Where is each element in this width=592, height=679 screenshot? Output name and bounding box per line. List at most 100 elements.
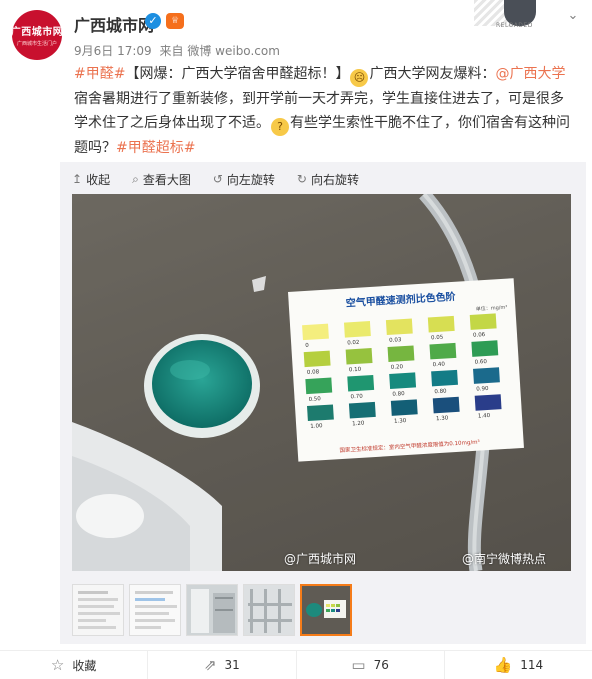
- like-button[interactable]: 👍 114: [445, 651, 592, 679]
- swatch-value-label: 0.40: [433, 362, 446, 369]
- swatch-value-label: 0.02: [347, 340, 360, 347]
- watermark-right: @南宁微博热点: [462, 552, 547, 566]
- comment-count: 76: [373, 658, 389, 672]
- color-swatch: [306, 404, 334, 422]
- swatch-value-label: 0.50: [308, 396, 321, 403]
- swatch-value-label: 0.80: [434, 388, 447, 395]
- thumbnail-preview: [244, 585, 294, 635]
- repost-icon: ⇗: [203, 656, 217, 674]
- emoji-icon: ☹: [350, 69, 369, 87]
- swatch-value-label: 0.90: [476, 386, 489, 393]
- swatch-value-label: 0.05: [431, 335, 444, 342]
- swatch-value-label: 0.08: [307, 369, 320, 376]
- post-text-source: 广西大学网友爆料：: [369, 66, 496, 82]
- thumbnail-preview: [187, 585, 237, 635]
- like-count: 114: [520, 658, 544, 672]
- color-swatch: [389, 372, 417, 389]
- color-swatch: [431, 369, 458, 387]
- post-meta: 9月6日 17:09 来自 微博 weibo.com: [74, 42, 280, 59]
- comment-button[interactable]: ▭ 76: [297, 651, 445, 679]
- post-source[interactable]: 微博 weibo.com: [187, 44, 280, 58]
- swatch-value-label: 0.10: [349, 367, 362, 374]
- post-text-headline: 【网爆：广西大学宿舍甲醛超标！】: [125, 66, 350, 82]
- rotate-right-button[interactable]: ↻ 向右旋转: [297, 168, 359, 190]
- color-swatch: [471, 340, 499, 357]
- star-icon: ☆: [50, 656, 65, 674]
- vip-badge-icon[interactable]: ♕: [166, 13, 184, 29]
- magnify-icon: ⌕: [132, 171, 139, 186]
- swatch-value-label: 0.20: [391, 364, 404, 371]
- color-swatch: [427, 315, 455, 333]
- swatch-value-label: 1.00: [310, 423, 323, 430]
- thumbnail-2[interactable]: [129, 584, 181, 636]
- color-swatch: [347, 374, 375, 392]
- color-swatch: [390, 399, 418, 416]
- swatch-value-label: 1.20: [352, 421, 365, 428]
- post-body: #甲醛#【网爆：广西大学宿舍甲醛超标！】 ☹ 广西大学网友爆料：@广西大学宿舍暑期进…: [74, 62, 574, 160]
- color-swatch: [345, 348, 373, 365]
- rotate-left-label: 向左旋转: [226, 172, 275, 187]
- swatch-value-label: 0.60: [474, 359, 487, 366]
- thumbnail-preview: [73, 585, 123, 635]
- hashtag-link[interactable]: #甲醛超标#: [116, 140, 195, 156]
- rotate-left-button[interactable]: ↺ 向左旋转: [213, 168, 275, 190]
- collapse-button[interactable]: ↥ 收起: [72, 168, 110, 190]
- thumbs-up-icon: 👍: [493, 656, 513, 674]
- color-swatch: [429, 342, 457, 360]
- comment-icon: ▭: [351, 656, 366, 674]
- view-large-button[interactable]: ⌕ 查看大图: [132, 168, 191, 190]
- color-swatch: [302, 323, 329, 341]
- collapse-icon: ↥: [72, 172, 83, 186]
- image-toolbar: ↥ 收起 ⌕ 查看大图 ↺ 向左旋转 ↻ 向右旋转: [72, 168, 359, 190]
- thumbnail-1[interactable]: [72, 584, 124, 636]
- source-prefix: 来自: [159, 44, 184, 58]
- rotate-left-icon: ↺: [212, 172, 223, 186]
- swatch-value-label: 0.80: [392, 391, 405, 398]
- favorite-button[interactable]: ☆ 收藏: [0, 651, 149, 679]
- swatch-value-label: 0.06: [473, 332, 486, 339]
- watermark-left: @广西城市网: [284, 552, 357, 566]
- thumbnail-3[interactable]: [186, 584, 238, 636]
- color-swatch: [473, 367, 500, 384]
- post-photo[interactable]: 空气甲醛速测剂比色色阶 单位：mg/m³ 0 0.02 0.03 0.05 0.06 0.…: [72, 194, 571, 571]
- color-swatch: [343, 321, 371, 338]
- thumbnail-4[interactable]: [243, 584, 295, 636]
- thumbnail-preview: [130, 585, 180, 635]
- photo-scene: 空气甲醛速测剂比色色阶 单位：mg/m³ 0 0.02 0.03 0.05 0.060.…: [72, 194, 571, 571]
- thumbnail-strip: [72, 584, 352, 638]
- color-swatch: [303, 350, 331, 368]
- avatar-logo-subtext: 广西城市生活门户: [16, 41, 57, 47]
- mention-link[interactable]: @广西大学: [495, 66, 565, 82]
- action-bar: ☆ 收藏 ⇗ 31 ▭ 76 👍 114: [0, 650, 592, 679]
- chevron-down-icon[interactable]: ⌄: [564, 8, 582, 26]
- repost-button[interactable]: ⇗ 31: [148, 651, 297, 679]
- rotate-right-icon: ↻: [296, 172, 307, 186]
- collapse-label: 收起: [86, 172, 111, 187]
- color-swatch: [474, 394, 502, 411]
- emoji-icon: ?: [271, 118, 289, 136]
- view-large-label: 查看大图: [142, 172, 191, 187]
- author-avatar[interactable]: 广西城市网 广西城市生活门户: [12, 10, 62, 60]
- color-card: 空气甲醛速测剂比色色阶 单位：mg/m³ 0 0.02 0.03 0.05 0.060.…: [288, 278, 524, 462]
- rotate-right-label: 向右旋转: [310, 172, 359, 187]
- color-swatch: [305, 377, 333, 395]
- card-decoration: RELOADED: [474, 0, 560, 34]
- author-name[interactable]: 广西城市网: [74, 12, 154, 36]
- color-swatch: [469, 313, 497, 330]
- swatch-value-label: 0.03: [389, 337, 402, 344]
- verified-icon[interactable]: ✓: [145, 13, 161, 29]
- swatch-value-label: 0.70: [350, 394, 363, 401]
- swatch-value-label: 1.40: [478, 413, 491, 420]
- swatch-value-label: 1.30: [436, 415, 449, 422]
- avatar-logo-text: 广西城市网: [12, 27, 62, 38]
- post-time[interactable]: 9月6日 17:09: [74, 44, 152, 58]
- thumbnail-5[interactable]: [300, 584, 352, 636]
- color-swatch: [432, 396, 460, 414]
- color-swatch: [348, 401, 376, 419]
- color-swatch: [385, 318, 413, 336]
- color-swatch: [387, 345, 415, 362]
- thumbnail-preview: [302, 586, 350, 634]
- swatch-value-label: 1.30: [394, 418, 407, 425]
- favorite-label: 收藏: [72, 658, 97, 673]
- hashtag-link[interactable]: #甲醛#: [74, 66, 125, 82]
